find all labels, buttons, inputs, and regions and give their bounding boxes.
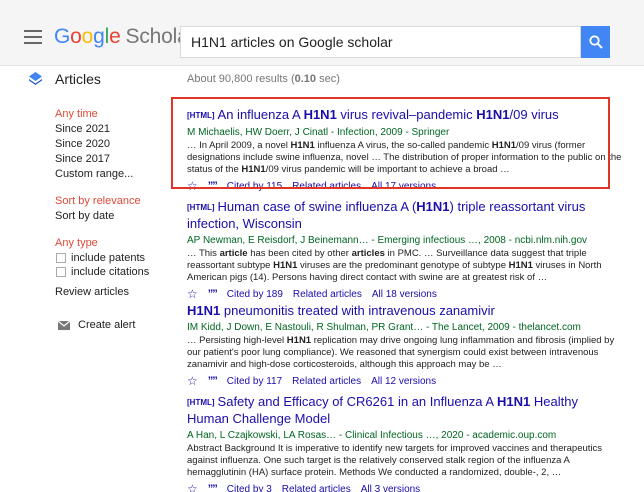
result-authors: AP Newman, E Reisdorf, J Beinemann… - Em… [187, 235, 587, 246]
result-snippet: … This article has been cited by other a… [187, 248, 602, 283]
filter-since-2020[interactable]: Since 2020 [55, 137, 175, 152]
star-icon[interactable]: ☆ [187, 287, 198, 301]
result-actions: ☆ ”” Cited by 189 Related articles All 18 ve… [187, 287, 622, 301]
result-snippet: Abstract Background It is imperative to … [187, 443, 603, 478]
related-articles-link[interactable]: Related articles [282, 484, 351, 492]
hamburger-menu-icon[interactable] [24, 30, 42, 44]
articles-icon [29, 72, 42, 85]
result-authors: IM Kidd, J Down, E Nastouli, R Shulman, … [187, 322, 581, 333]
search-input[interactable] [180, 26, 581, 58]
star-icon[interactable]: ☆ [187, 374, 198, 388]
html-tag: [HTML] [187, 203, 215, 212]
cited-by-link[interactable]: Cited by 117 [227, 376, 282, 387]
mail-icon [58, 320, 70, 330]
result-actions: ☆ ”” Cited by 117 Related articles All 12 ve… [187, 374, 622, 388]
cite-quote-icon[interactable]: ”” [208, 288, 218, 300]
all-versions-link[interactable]: All 18 versions [372, 289, 437, 300]
star-icon[interactable]: ☆ [187, 482, 198, 492]
articles-row: Articles About 90,800 results (0.10 sec) [0, 66, 644, 92]
all-versions-link[interactable]: All 12 versions [371, 376, 436, 387]
highlight-box [171, 97, 610, 189]
result-actions: ☆ ”” Cited by 3 Related articles All 3 versi… [187, 482, 622, 492]
filter-any-time[interactable]: Any time [55, 107, 175, 122]
include-patents-checkbox[interactable]: include patents [55, 251, 175, 265]
results-count: About 90,800 results (0.10 sec) [187, 73, 340, 85]
filter-since-2021[interactable]: Since 2021 [55, 122, 175, 137]
cited-by-link[interactable]: Cited by 189 [227, 289, 283, 300]
filter-custom-range[interactable]: Custom range... [55, 167, 175, 182]
sort-by-date[interactable]: Sort by date [55, 209, 175, 224]
html-tag: [HTML] [187, 398, 215, 407]
checkbox-icon [56, 253, 66, 263]
logo-google-text: Google [54, 25, 121, 48]
google-scholar-logo[interactable]: Google Scholar [54, 25, 196, 49]
sidebar: Any time Since 2021 Since 2020 Since 201… [55, 107, 175, 300]
articles-label: Articles [55, 71, 101, 87]
result-item: [HTML] Safety and Efficacy of CR6261 in a… [187, 394, 622, 492]
sort-by-relevance[interactable]: Sort by relevance [55, 194, 175, 209]
review-articles-link[interactable]: Review articles [55, 285, 175, 300]
create-alert-button[interactable]: Create alert [58, 319, 135, 331]
related-articles-link[interactable]: Related articles [293, 289, 362, 300]
result-snippet: … Persisting high-level H1N1 replication… [187, 335, 615, 370]
search-button[interactable] [581, 26, 610, 58]
all-versions-link[interactable]: All 3 versions [361, 484, 420, 492]
result-authors: A Han, L Czajkowski, LA Rosas… - Clinica… [187, 430, 557, 441]
result-title-link[interactable]: [HTML] Safety and Efficacy of CR6261 in a… [187, 394, 622, 427]
header-bar: Google Scholar [0, 0, 644, 66]
result-item: H1N1 pneumonitis treated with intravenou… [187, 303, 622, 388]
result-title-link[interactable]: H1N1 pneumonitis treated with intravenou… [187, 303, 622, 319]
result-item: [HTML] Human case of swine influenza A (H… [187, 199, 622, 301]
checkbox-icon [56, 267, 66, 277]
search-icon [588, 35, 603, 49]
include-citations-checkbox[interactable]: include citations [55, 265, 175, 279]
related-articles-link[interactable]: Related articles [292, 376, 361, 387]
filter-any-type[interactable]: Any type [55, 236, 175, 251]
filter-since-2017[interactable]: Since 2017 [55, 152, 175, 167]
cite-quote-icon[interactable]: ”” [208, 483, 218, 492]
cite-quote-icon[interactable]: ”” [208, 375, 218, 387]
cited-by-link[interactable]: Cited by 3 [227, 484, 272, 492]
result-title-link[interactable]: [HTML] Human case of swine influenza A (H… [187, 199, 622, 232]
